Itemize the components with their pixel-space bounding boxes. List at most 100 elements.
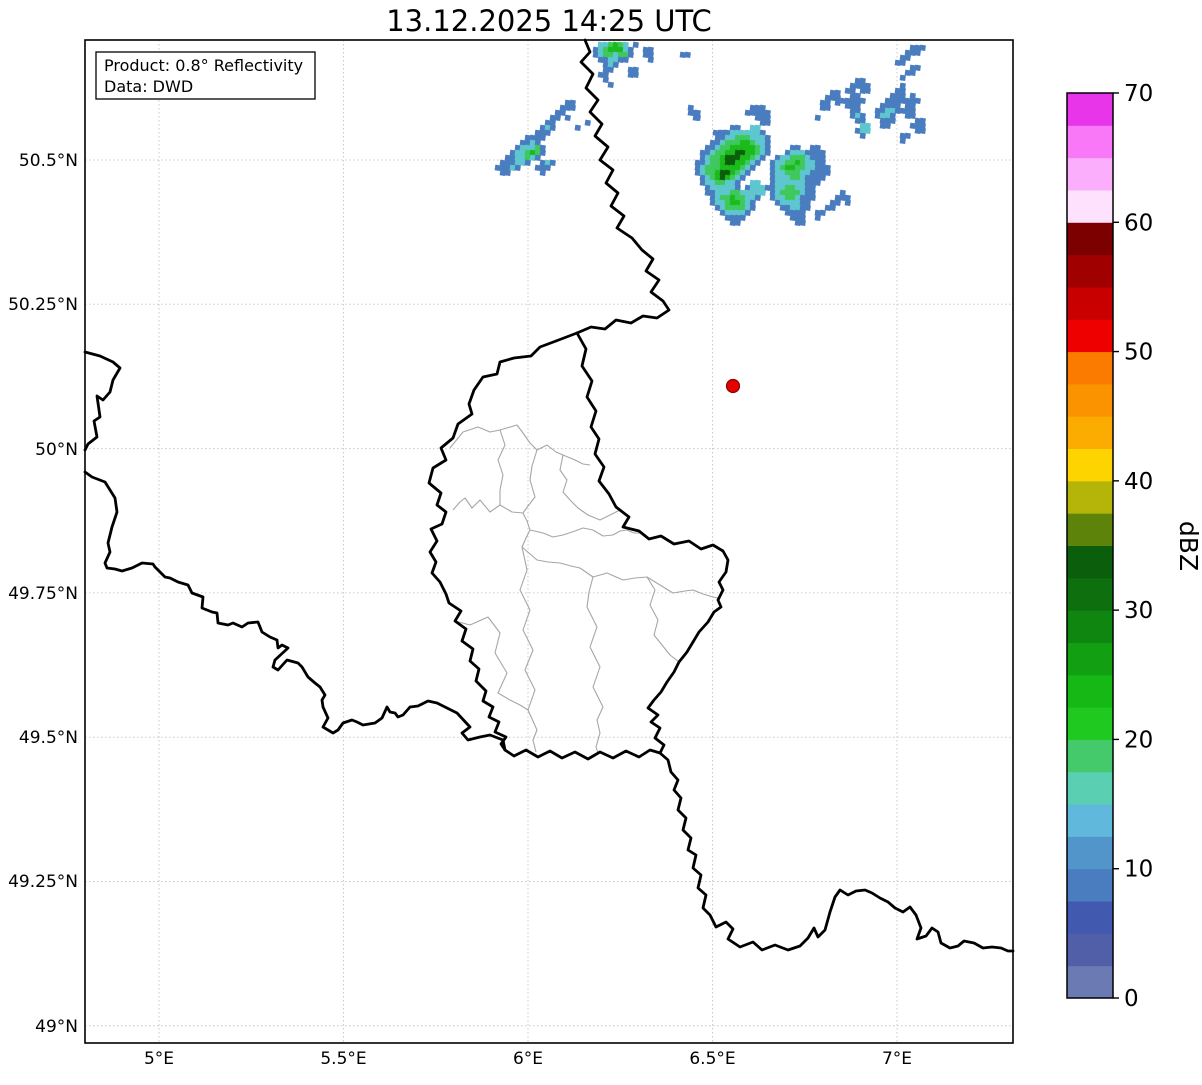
radar-echo-cell (627, 51, 634, 59)
x-tick-label: 5°E (144, 1049, 174, 1069)
radar-echo-cell (549, 124, 556, 132)
y-tick-label: 50.5°N (19, 151, 78, 171)
x-tick-label: 6°E (513, 1049, 543, 1069)
radar-echo-cell (622, 56, 629, 64)
colorbar-segment (1067, 674, 1113, 708)
radar-echo-cell (909, 69, 916, 77)
radar-echo-cell (602, 76, 609, 84)
radar-figure: 13.12.2025 14:25 UTC 5°E 5.5°E 6°E 6.5°E 7°E… (0, 0, 1202, 1081)
y-tick-label: 49.25°N (8, 872, 78, 892)
colorbar-segment (1067, 610, 1113, 643)
colorbar-tick-label: 30 (1124, 598, 1153, 624)
radar-echo-cell (564, 114, 571, 122)
radar-echo-cell (744, 209, 751, 217)
colorbar-segment (1067, 448, 1113, 482)
radar-echo-cell (632, 41, 639, 49)
info-box-line2: Data: DWD (104, 77, 193, 96)
radar-echo-cell (759, 154, 766, 162)
info-box: Product: 0.8° Reflectivity Data: DWD (95, 51, 316, 100)
x-tick-label: 7°E (882, 1049, 912, 1069)
radar-echo-cell (554, 114, 561, 122)
radar-echo-cell (804, 204, 811, 212)
radar-echo-cell (754, 159, 761, 167)
radar-echo-cell (764, 149, 771, 157)
radar-echo-cell (739, 174, 746, 182)
radar-echo-cell (524, 159, 531, 167)
info-box-line1: Product: 0.8° Reflectivity (104, 56, 303, 75)
colorbar-tick-label: 40 (1124, 469, 1153, 495)
colorbar-segment (1067, 965, 1113, 999)
y-tick-label: 49°N (35, 1017, 78, 1037)
radar-echo-cell (814, 179, 821, 187)
radar-echo-cell (824, 104, 831, 112)
radar-echo-cell (539, 134, 546, 142)
radar-echo-cell (819, 174, 826, 182)
radar-echo-cell (647, 56, 654, 64)
radar-echo-cell (584, 119, 591, 127)
radar-echo-cell (764, 119, 771, 127)
y-tick-label: 50.25°N (8, 295, 78, 315)
colorbar-segment (1067, 416, 1113, 450)
radar-echo-cell (759, 189, 766, 197)
colorbar-axis-label: dBZ (1174, 521, 1202, 571)
radar-echo-cell (754, 194, 761, 202)
radar-echo-cell (859, 132, 866, 140)
radar-echo-cell (859, 97, 866, 105)
radar-echo-cell (864, 87, 871, 95)
radar-echo-cell (549, 159, 556, 167)
colorbar-segment (1067, 93, 1113, 126)
radar-echo-cell (864, 127, 871, 135)
colorbar-tick-label: 20 (1124, 727, 1153, 753)
radar-echo-cell (814, 114, 821, 122)
colorbar-segment (1067, 933, 1113, 967)
colorbar-segment (1067, 836, 1113, 870)
colorbar-segment (1067, 642, 1113, 676)
colorbar-segment (1067, 868, 1113, 902)
radar-echo-cell (884, 122, 891, 130)
colorbar-segment (1067, 189, 1113, 223)
colorbar-segment (1067, 157, 1113, 191)
radar-echo-cell (914, 64, 921, 72)
colorbar-segment (1067, 545, 1113, 579)
colorbar-segment (1067, 771, 1113, 805)
y-tick-label: 49.5°N (19, 728, 78, 748)
colorbar-segment (1067, 319, 1113, 353)
radar-echo-cell (684, 51, 691, 59)
radar-echo-cell (814, 214, 821, 222)
radar-echo-cell (534, 154, 541, 162)
colorbar-tick-label: 10 (1124, 857, 1153, 883)
radar-echo-cell (514, 164, 521, 172)
colorbar-tick-label: 70 (1124, 81, 1153, 107)
colorbar-segment (1067, 222, 1113, 256)
radar-echo-cell (819, 209, 826, 217)
radar-echo-cell (694, 114, 701, 122)
colorbar-tick-label: 0 (1124, 986, 1139, 1012)
radar-echo-cell (574, 124, 581, 132)
radar-echo-cell (744, 169, 751, 177)
y-tick-label: 50°N (35, 440, 78, 460)
radar-echo-cell (799, 219, 806, 227)
colorbar-segment (1067, 707, 1113, 740)
radar-echo-cell (544, 164, 551, 172)
figure-title: 13.12.2025 14:25 UTC (386, 4, 712, 38)
radar-echo-cell (844, 199, 851, 207)
radar-echo-cell (914, 49, 921, 57)
colorbar-tick-label: 50 (1124, 340, 1153, 366)
radar-echo-cell (909, 112, 916, 120)
radar-echo-cell (914, 97, 921, 105)
radar-echo-cell (739, 214, 746, 222)
colorbar-segment (1067, 125, 1113, 159)
radar-echo-cell (899, 74, 906, 82)
radar-echo-cell (539, 149, 546, 157)
radar-echo-cell (919, 127, 926, 135)
radar-echo-cell (829, 204, 836, 212)
colorbar-segment (1067, 513, 1113, 546)
radar-echo-cell (904, 54, 911, 62)
colorbar-tick-label: 60 (1124, 210, 1153, 236)
radar-echo-cell (559, 109, 566, 117)
radar-echo-cell (834, 199, 841, 207)
radar-echo-cell (544, 129, 551, 137)
radar-echo-cell (569, 104, 576, 112)
radar-echo-cell (607, 81, 614, 89)
radar-echo-cell (899, 59, 906, 67)
